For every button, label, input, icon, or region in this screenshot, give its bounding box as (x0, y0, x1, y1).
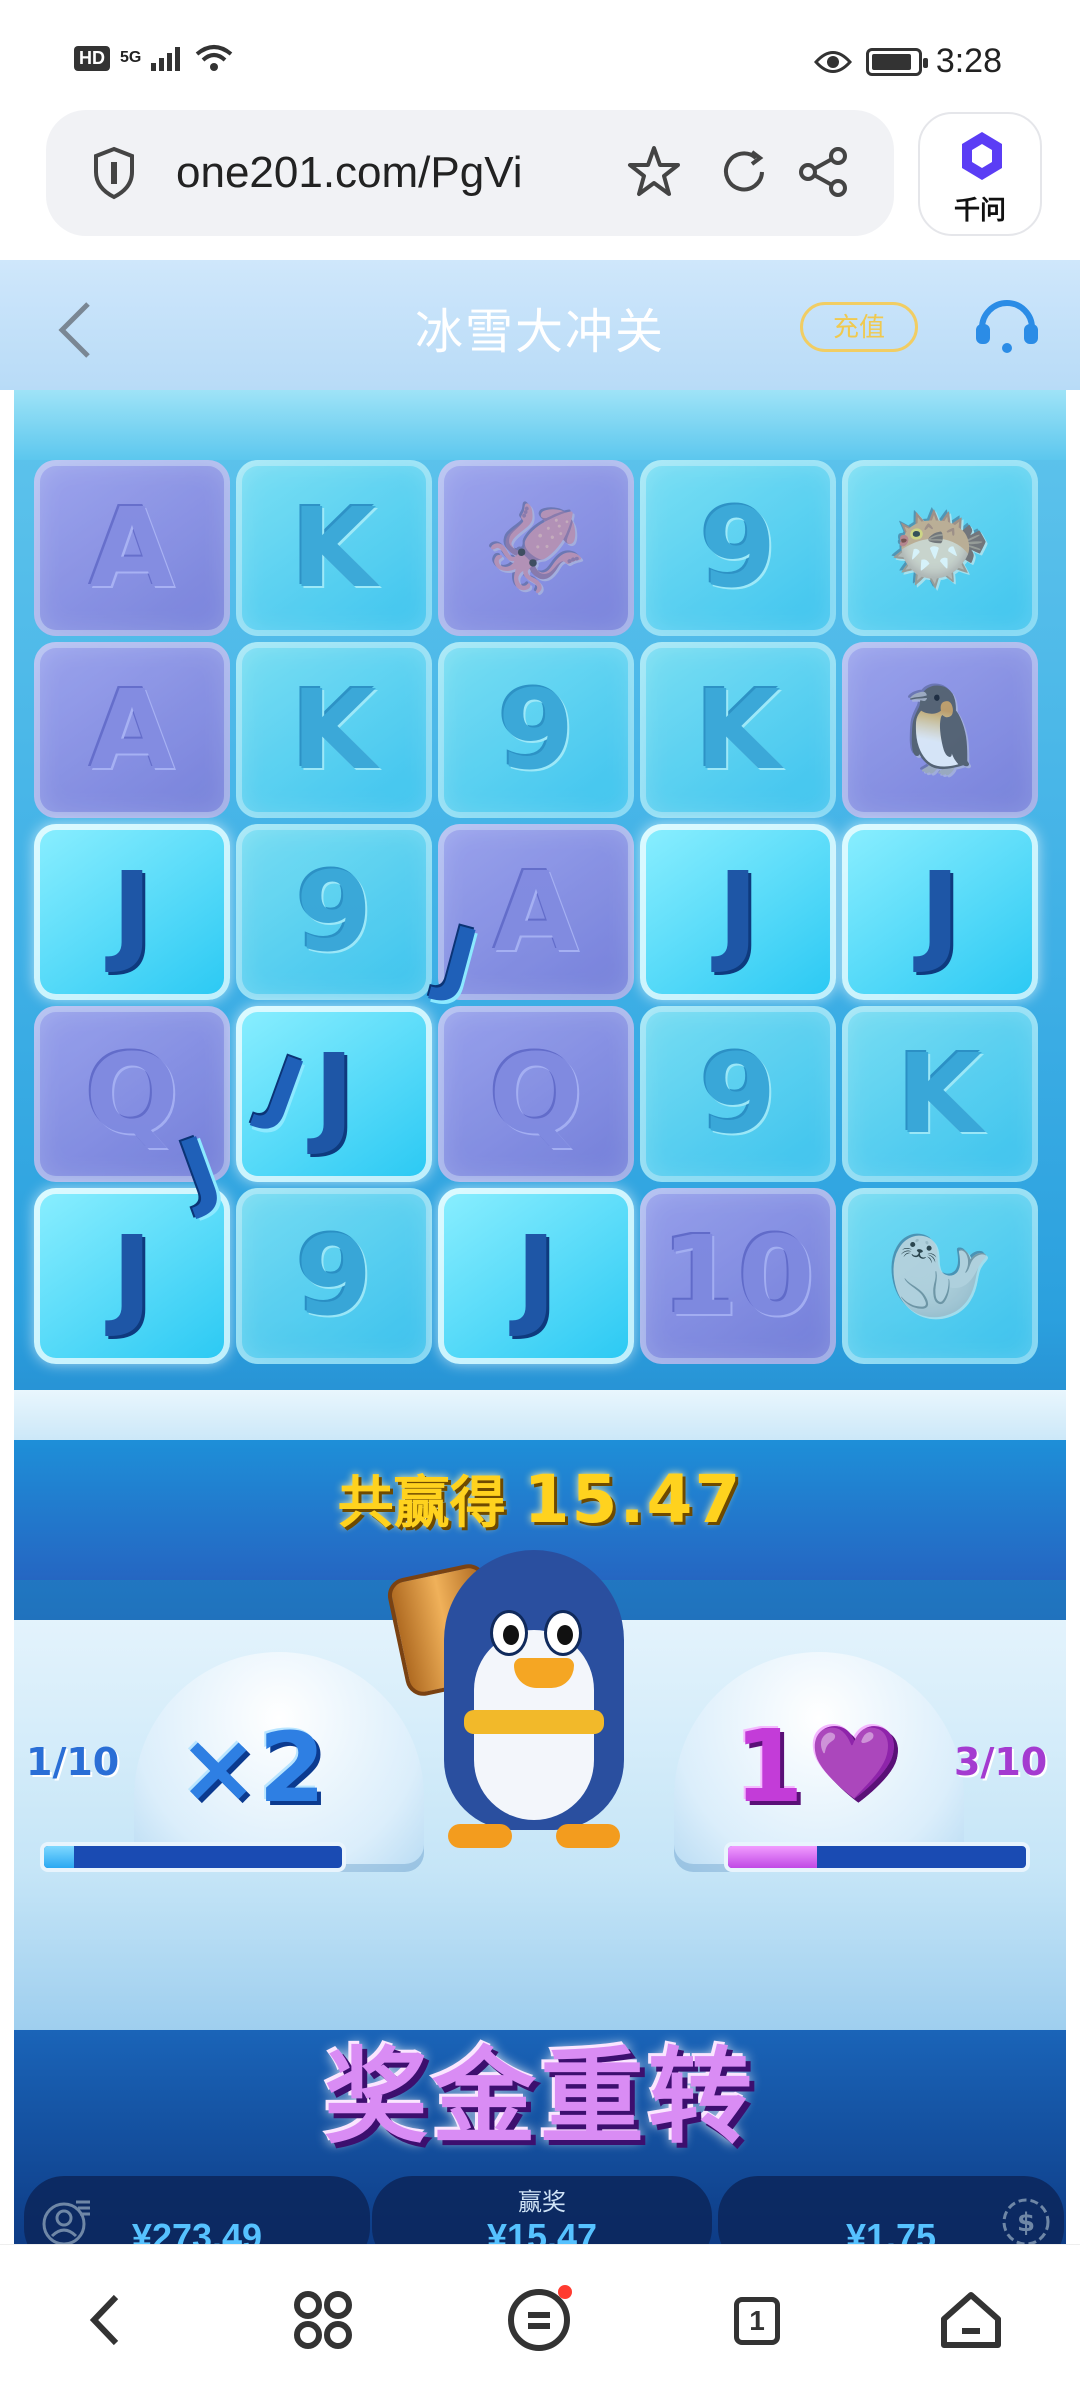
bonus-respin-title: 奖金重转 (323, 2036, 756, 2158)
coin-icon: $ (1002, 2198, 1050, 2244)
lives-display: 1💜 (734, 1708, 899, 1825)
total-win: 共赢得 15.47 (14, 1458, 1066, 1539)
symbol-cell: J (640, 824, 836, 1000)
nav-apps-button[interactable] (288, 2285, 358, 2355)
multiplier-progress-text: 1/10 (26, 1740, 120, 1784)
reload-icon[interactable] (716, 144, 772, 200)
heart-icon: 💜 (809, 1720, 900, 1804)
ai-logo-icon (962, 132, 1002, 180)
symbol-cell: K (236, 642, 432, 818)
nav-back-button[interactable] (72, 2285, 142, 2355)
symbol-cell: K (640, 642, 836, 818)
clock: 3:28 (935, 42, 1002, 80)
status-right: 3:28 (813, 42, 1002, 81)
share-icon[interactable] (796, 144, 852, 200)
customer-service-icon[interactable] (972, 296, 1042, 356)
symbol-cell: K (842, 1006, 1038, 1182)
symbol-cell: Q (438, 1006, 634, 1182)
shield-icon[interactable] (92, 146, 136, 200)
lives-value: 1 (734, 1708, 804, 1825)
status-left: HD 5G (74, 44, 233, 72)
symbol-cell: 10 (640, 1188, 836, 1364)
page-title: 冰雪大冲关 (414, 306, 665, 359)
symbol-cell: 9 (236, 1188, 432, 1364)
symbol-cell: 9 (236, 824, 432, 1000)
win-value: ¥15.47 (486, 2216, 598, 2244)
ai-assistant-label: 千问 (953, 195, 1006, 225)
multiplier-progress-bar (40, 1842, 346, 1872)
total-win-amount: 15.47 (523, 1461, 743, 1538)
wifi-icon (196, 45, 233, 71)
symbol-cell: J (842, 824, 1038, 1000)
battery-icon (865, 47, 928, 76)
home-icon (941, 2292, 1001, 2348)
symbol-cell: A (34, 460, 230, 636)
svg-text:$: $ (1017, 2208, 1035, 2238)
seal-symbol-icon: 🦭 (842, 1188, 1038, 1364)
balance-display[interactable]: ¥273.49 (24, 2176, 370, 2244)
balance-value: ¥273.49 (131, 2216, 263, 2244)
symbol-cell: J (438, 1188, 634, 1364)
browser-bottom-nav: 1 (0, 2244, 1080, 2388)
squid-symbol-icon: 🦑 (438, 460, 634, 636)
recharge-button[interactable]: 充值 (800, 302, 918, 352)
win-display: 赢奖 ¥15.47 (372, 2176, 712, 2244)
nav-tabs-button[interactable]: 1 (720, 2285, 790, 2355)
win-caption: 赢奖 (518, 2189, 566, 2216)
reel-grid: A K 🦑 9 🐡 A K 9 K 🐧 J 9 A J J Q J Q 9 K … (34, 460, 1038, 1364)
total-win-label: 共赢得 (337, 1471, 506, 1536)
notification-dot (558, 2285, 572, 2299)
symbol-cell: 9 (438, 642, 634, 818)
penguin-symbol-icon: 🐧 (842, 642, 1038, 818)
penguin-mascot (384, 1540, 684, 1880)
tabs-count: 1 (734, 2297, 780, 2345)
fish-symbol-icon: 🐡 (842, 460, 1038, 636)
bet-display[interactable]: ¥1.75 $ (718, 2176, 1064, 2244)
app-header: 冰雪大冲关 充值 (0, 260, 1080, 390)
status-bar: HD 5G 3:28 (0, 0, 1080, 110)
address-bar[interactable]: one201.com/PgVi (46, 110, 894, 236)
nav-menu-button[interactable] (504, 2285, 574, 2355)
multiplier-progress-fill (44, 1846, 74, 1868)
hd-badge: HD (74, 45, 110, 71)
symbol-cell: A (34, 642, 230, 818)
star-icon[interactable] (626, 144, 682, 200)
ai-assistant-button[interactable]: 千问 (918, 112, 1042, 236)
symbol-cell: K (236, 460, 432, 636)
lives-progress-text: 3/10 (954, 1740, 1048, 1784)
lives-progress-fill (728, 1846, 818, 1868)
eye-icon (813, 50, 852, 73)
back-icon (89, 2294, 119, 2346)
multiplier-value: ×2 (178, 1712, 326, 1824)
apps-icon (294, 2291, 352, 2349)
symbol-cell: J (34, 824, 230, 1000)
signal-icon (151, 47, 181, 71)
symbol-cell: 9 (640, 460, 836, 636)
network-type: 5G (120, 49, 142, 66)
ice-ceiling (14, 390, 1066, 460)
symbol-cell: 9 (640, 1006, 836, 1182)
game-canvas[interactable]: A K 🦑 9 🐡 A K 9 K 🐧 J 9 A J J Q J Q 9 K … (14, 390, 1066, 2244)
url-text[interactable]: one201.com/PgVi (176, 148, 523, 198)
nav-home-button[interactable] (936, 2285, 1006, 2355)
lives-progress-bar (724, 1842, 1030, 1872)
